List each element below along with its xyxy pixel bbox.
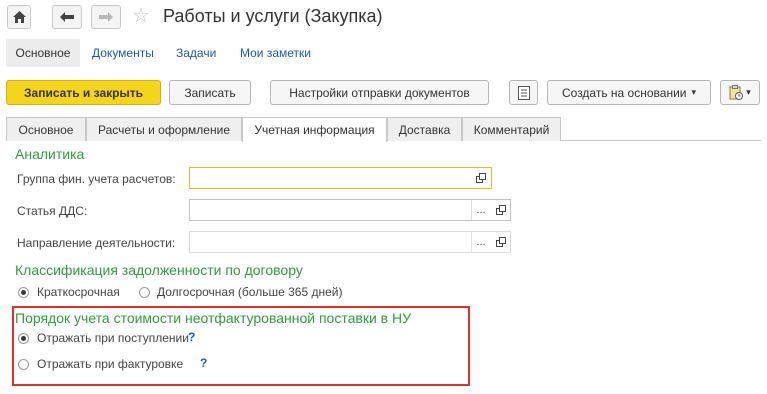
document-list-icon [517,85,530,100]
open-icon[interactable] [491,200,510,220]
classification-heading: Классификация задолженности по договору [15,262,303,278]
chevron-down-icon: ▾ [691,87,697,97]
open-icon[interactable] [491,232,510,252]
open-icon[interactable] [471,168,490,188]
radio-short-term[interactable] [18,287,29,298]
tab-accounting-info[interactable]: Учетная информация [242,117,387,142]
forward-button[interactable] [91,5,121,29]
back-button[interactable] [52,5,82,29]
create-based-on-label: Создать на основании [561,85,687,100]
home-button[interactable] [7,5,31,29]
short-term-label[interactable]: Краткосрочная [37,285,120,299]
section-notes[interactable]: Мои заметки [240,46,311,60]
radio-on-receipt[interactable] [18,333,29,344]
star-icon[interactable]: ☆ [132,3,150,28]
arrow-left-icon [60,12,74,22]
dds-select-button[interactable]: ... [471,200,490,220]
long-term-label[interactable]: Долгосрочная (больше 365 дней) [157,285,342,299]
help-icon[interactable]: ? [200,356,207,370]
section-tasks[interactable]: Задачи [176,46,216,60]
send-settings-button[interactable]: Настройки отправки документов [270,80,489,105]
dds-field[interactable] [189,199,511,221]
report-button[interactable] [509,80,538,105]
tab-payments[interactable]: Расчеты и оформление [86,117,242,141]
attachments-menu-button[interactable]: ▾ [720,80,760,105]
group-field[interactable] [189,167,492,189]
dds-label: Статья ДДС: [17,204,88,218]
clipboard-clock-icon [729,85,744,100]
tab-delivery[interactable]: Доставка [387,117,462,141]
save-and-close-button[interactable]: Записать и закрыть [6,80,161,105]
radio-on-invoicing[interactable] [18,359,29,370]
chevron-down-icon: ▾ [746,87,751,97]
on-invoicing-label[interactable]: Отражать при фактуровке [37,357,183,371]
save-button[interactable]: Записать [169,80,251,105]
direction-select-button[interactable]: ... [471,232,490,252]
create-based-on-button[interactable]: Создать на основании ▾ [547,80,711,105]
radio-long-term[interactable] [139,287,150,298]
group-label: Группа фин. учета расчетов: [17,172,176,186]
direction-label: Направление деятельности: [17,236,176,250]
home-icon [12,11,26,23]
help-icon[interactable]: ? [188,330,195,344]
direction-field[interactable] [189,231,511,253]
section-documents[interactable]: Документы [92,46,154,60]
analytics-heading: Аналитика [15,146,85,162]
tab-main[interactable]: Основное [6,117,86,141]
page-title: Работы и услуги (Закупка) [163,6,383,26]
cost-order-heading: Порядок учета стоимости неотфактурованно… [15,310,411,326]
arrow-right-icon [99,12,113,22]
on-receipt-label[interactable]: Отражать при поступлении [37,331,189,345]
section-main[interactable]: Основное [6,39,80,67]
tab-comment[interactable]: Комментарий [462,117,561,141]
